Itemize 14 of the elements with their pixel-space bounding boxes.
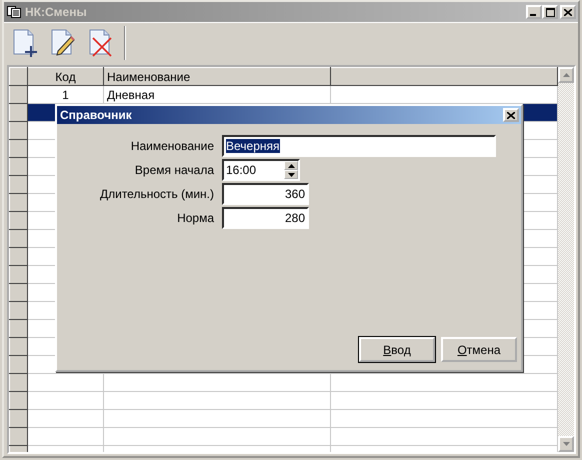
number-field[interactable]: 280 bbox=[222, 207, 309, 229]
dialog-title: Справочник bbox=[60, 108, 132, 122]
ok-button[interactable]: Ввод bbox=[359, 337, 435, 362]
time-spinner[interactable]: 16:00 bbox=[222, 159, 300, 181]
window-title: НК:Смены bbox=[25, 5, 87, 19]
name-field[interactable]: Вечерняя bbox=[222, 135, 496, 157]
field-label: Норма bbox=[177, 211, 214, 225]
field-label: Наименование bbox=[130, 139, 214, 153]
field-label: Время начала bbox=[134, 163, 214, 177]
number-field[interactable]: 360 bbox=[222, 183, 309, 205]
cancel-button[interactable]: Отмена bbox=[441, 337, 517, 362]
column-header[interactable]: Код bbox=[28, 68, 104, 86]
field-label: Длительность (мин.) bbox=[100, 187, 214, 201]
column-header[interactable]: Наименование bbox=[104, 68, 330, 86]
